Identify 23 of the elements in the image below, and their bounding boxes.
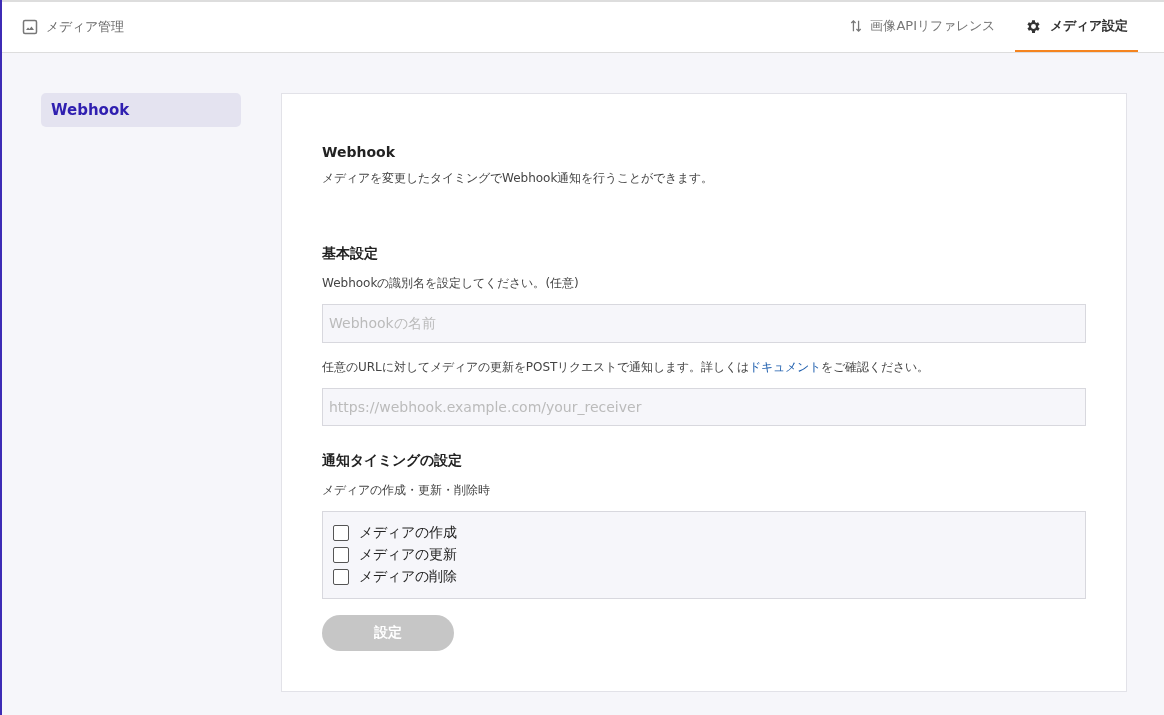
checkbox[interactable] — [333, 569, 349, 586]
sort-arrows-icon — [850, 19, 863, 33]
sidebar-item[interactable]: Webhook — [41, 93, 241, 127]
documentation-link[interactable]: ドキュメント — [749, 359, 822, 374]
basic-settings-title: 基本設定 — [322, 245, 378, 263]
checkbox[interactable] — [333, 547, 349, 564]
section-title: Webhook — [322, 144, 395, 160]
checkbox-label: メディアの削除 — [359, 568, 457, 587]
nav-tab[interactable]: 画像APIリファレンス — [840, 2, 1005, 52]
webhook-name-field[interactable]: Webhookの名前 — [322, 304, 1086, 343]
image-icon — [22, 19, 38, 35]
url-hint: 任意のURLに対してメディアの更新をPOSTリクエストで通知します。詳しくは ドキュメント をご確認ください。 — [322, 358, 930, 376]
checkbox-label: メディアの更新 — [359, 546, 457, 565]
timing-title: 通知タイミングの設定 — [322, 452, 462, 471]
app-title: メディア管理 — [46, 18, 124, 36]
checkbox-label: メディアの作成 — [359, 524, 457, 543]
name-hint: Webhookの識別名を設定してください。(任意) — [322, 275, 579, 292]
nav-tab[interactable]: メディア設定 — [1015, 2, 1138, 52]
checkbox[interactable] — [333, 525, 349, 542]
timing-subtitle: メディアの作成・更新・削除時 — [322, 482, 490, 500]
section-description: メディアを変更したタイミングでWebhook通知を行うことができます。 — [322, 170, 714, 187]
settings-icon — [1025, 17, 1042, 35]
webhook-url-field[interactable]: https://webhook.example.com/your_receiver — [322, 387, 1086, 427]
